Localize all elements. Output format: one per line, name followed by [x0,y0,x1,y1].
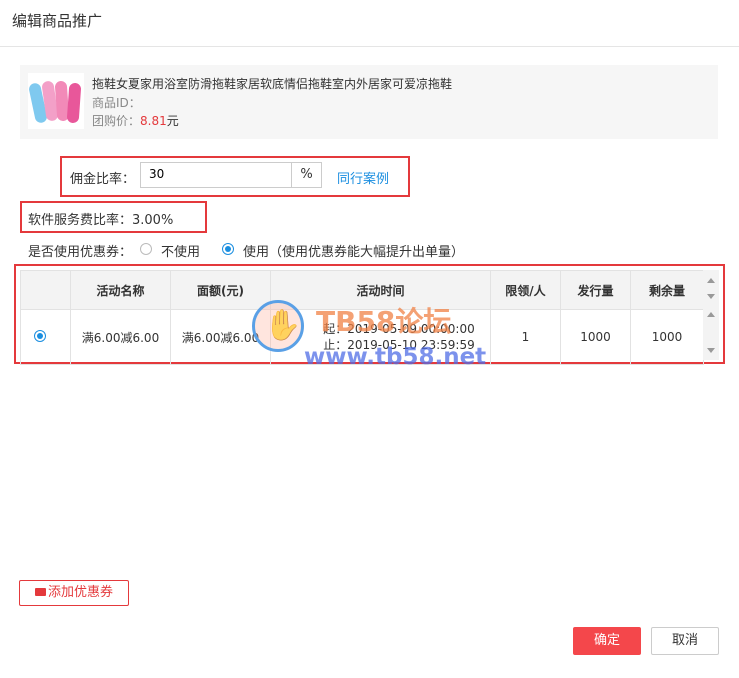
watermark-line2: www.tb58.net [304,344,487,370]
product-name: 拖鞋女夏家用浴室防滑拖鞋家居软底情侣拖鞋室内外居家可爱凉拖鞋 [92,77,453,91]
commission-label: 佣金比率： [70,172,136,187]
scroll-up-icon[interactable] [707,278,715,283]
col-activity-name: 活动名称 [70,270,171,310]
service-fee-label: 软件服务费比率：3.00% [28,213,174,228]
price-unit: 元 [166,114,179,128]
product-thumbnail [27,73,84,129]
row-issued: 1000 [560,309,631,365]
scroll-down-icon[interactable] [707,294,715,299]
radio-use-coupon[interactable] [222,243,234,255]
ticket-icon [34,588,46,596]
row-radio[interactable] [34,330,46,342]
peer-cases-link[interactable]: 同行案例 [337,168,389,187]
row-remaining: 1000 [630,309,704,365]
dialog-header [0,0,739,47]
product-id-label: 商品ID： [92,96,141,110]
row-select-cell[interactable] [20,309,71,365]
commission-input-group: % [140,162,322,188]
watermark-line1: TB58论坛 [316,305,452,338]
row-limit: 1 [490,309,561,365]
watermark-logo: ✋ [252,300,304,352]
cancel-button[interactable]: 取消 [651,627,719,655]
col-issued: 发行量 [560,270,631,310]
no-coupon-label[interactable]: 不使用 [161,241,200,260]
coupon-question: 是否使用优惠券： [28,245,133,260]
product-id: 商品ID： [92,94,141,111]
hand-icon: ✋ [264,308,302,343]
product-card: 拖鞋女夏家用浴室防滑拖鞋家居软底情侣拖鞋室内外居家可爱凉拖鞋 商品ID： 团购价… [20,65,718,139]
add-coupon-label: 添加优惠券 [47,585,113,600]
scroll-down-icon[interactable] [707,348,715,353]
commission-unit: % [291,163,321,187]
commission-input[interactable] [141,163,307,185]
price-value: 8.81 [140,114,167,128]
col-remaining: 剩余量 [630,270,704,310]
row-name: 满6.00减6.00 [70,309,171,365]
col-amount: 面额(元) [170,270,271,310]
product-price: 团购价：8.81元 [92,112,179,129]
radio-no-coupon[interactable] [140,243,152,255]
use-coupon-label[interactable]: 使用（使用优惠券能大幅提升出单量） [243,241,464,260]
confirm-button[interactable]: 确定 [573,627,641,655]
scroll-up-icon[interactable] [707,312,715,317]
price-label: 团购价： [92,114,141,128]
table-scrollbar[interactable] [703,270,719,360]
col-limit: 限领/人 [490,270,561,310]
dialog-title: 编辑商品推广 [12,12,103,30]
col-select [20,270,71,310]
add-coupon-button[interactable]: 添加优惠券 [19,580,129,606]
